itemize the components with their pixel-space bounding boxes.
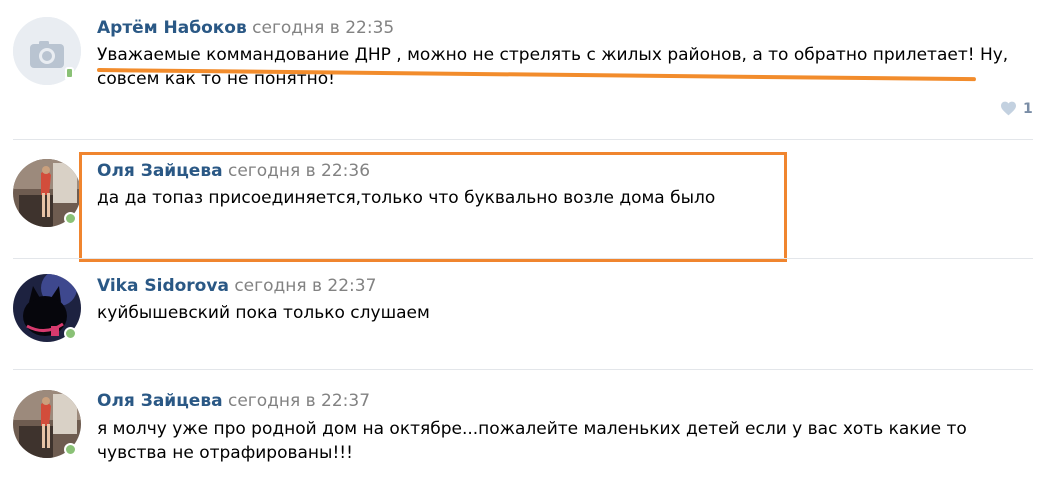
comment-item: Vika Sidorova сегодня в 22:37 куйбышевск…	[0, 259, 1052, 369]
comment-time[interactable]: сегодня в 22:35	[252, 18, 394, 38]
author-link[interactable]: Vika Sidorova	[97, 276, 229, 296]
comment-text: куйбышевский пока только слушаем	[97, 303, 430, 323]
online-indicator	[64, 443, 77, 456]
comment-time[interactable]: сегодня в 22:37	[228, 391, 370, 411]
comment-text: Уважаемые коммандование ДНР , можно не с…	[97, 45, 1009, 89]
online-indicator	[64, 212, 77, 225]
comment-header: Оля Зайцева сегодня в 22:37	[97, 390, 370, 412]
online-indicator	[64, 327, 77, 340]
author-link[interactable]: Артём Набоков	[97, 18, 247, 38]
author-link[interactable]: Оля Зайцева	[97, 391, 223, 411]
heart-icon	[1001, 101, 1016, 116]
comment-time[interactable]: сегодня в 22:37	[234, 276, 376, 296]
comment-text: я молчу уже про родной дом на октябре...…	[97, 419, 967, 463]
annotation-highlight-box	[79, 152, 787, 262]
comment-header: Vika Sidorova сегодня в 22:37	[97, 275, 376, 297]
comment-item: Оля Зайцева сегодня в 22:37 я молчу уже …	[0, 370, 1052, 487]
comment-header: Артём Набоков сегодня в 22:35	[97, 17, 394, 39]
comment-item: Артём Набоков сегодня в 22:35 Уважаемые …	[0, 0, 1052, 140]
online-mobile-indicator	[65, 67, 74, 81]
like-count: 1	[1023, 101, 1033, 117]
like-button[interactable]: 1	[1000, 101, 1033, 117]
